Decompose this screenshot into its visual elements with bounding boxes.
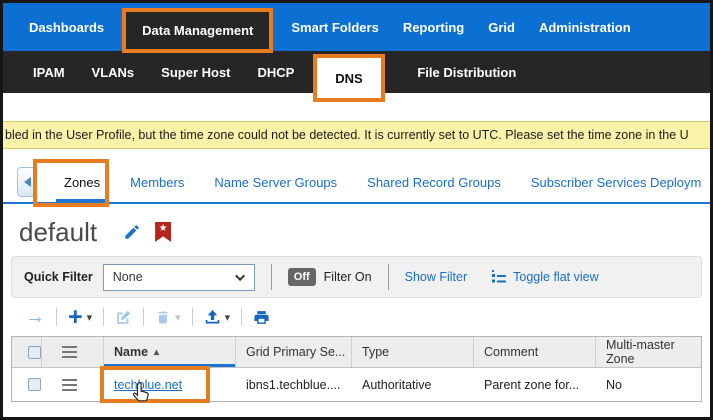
- divider: [388, 264, 389, 290]
- nav-dashboards[interactable]: Dashboards: [17, 20, 116, 35]
- hamburger-icon: [62, 379, 77, 391]
- delete-button[interactable]: ▾: [155, 309, 181, 326]
- bookmark-star-glyph: ★: [159, 222, 168, 242]
- quick-filter-label: Quick Filter: [24, 270, 93, 284]
- divider: [241, 308, 242, 326]
- subnav-file-distribution[interactable]: File Distribution: [417, 65, 516, 80]
- caret-down-icon: ▾: [87, 311, 93, 324]
- tab-shared-record-groups[interactable]: Shared Record Groups: [367, 161, 501, 203]
- subnav-dns-highlighted[interactable]: DNS: [313, 54, 385, 102]
- column-label: Type: [362, 345, 389, 359]
- row-grid-primary-cell: ibns1.techblue....: [236, 368, 352, 401]
- row-name-cell: techblue.net: [104, 368, 236, 401]
- divider: [103, 308, 104, 326]
- column-header-type[interactable]: Type: [352, 337, 474, 367]
- nav-grid[interactable]: Grid: [476, 20, 527, 35]
- chevron-left-icon: [24, 177, 31, 187]
- table-header-row: Name ▴ Grid Primary Se... Type Comment M…: [12, 337, 701, 368]
- cell-value: Parent zone for...: [484, 378, 579, 392]
- quick-filter-selected-value: None: [113, 270, 143, 284]
- tab-scroll-left-button[interactable]: [17, 167, 37, 197]
- caret-down-icon: ▾: [225, 311, 231, 324]
- go-to-button[interactable]: →: [25, 308, 45, 326]
- column-label: Multi-master Zone: [606, 338, 701, 366]
- nav-administration[interactable]: Administration: [527, 20, 643, 35]
- column-label: Name: [114, 345, 148, 359]
- subnav-vlans[interactable]: VLANs: [92, 65, 135, 80]
- row-type-cell: Authoritative: [352, 368, 474, 401]
- upload-icon: [204, 309, 221, 326]
- edit-button[interactable]: [115, 309, 132, 326]
- mouse-cursor-hand-icon: [130, 381, 151, 410]
- tab-strip: Zones Members Name Server Groups Shared …: [3, 162, 710, 204]
- row-checkbox-cell[interactable]: [12, 368, 42, 401]
- row-multi-master-cell: No: [596, 368, 701, 401]
- column-header-comment[interactable]: Comment: [474, 337, 596, 367]
- tab-name-server-groups[interactable]: Name Server Groups: [214, 161, 337, 203]
- column-header-grid-primary[interactable]: Grid Primary Se...: [236, 337, 352, 367]
- top-nav: Dashboards Data Management Smart Folders…: [3, 3, 710, 51]
- divider: [271, 264, 272, 290]
- pencil-icon: [123, 223, 141, 241]
- divider: [192, 308, 193, 326]
- subnav-super-host[interactable]: Super Host: [161, 65, 230, 80]
- table-row[interactable]: techblue.net ibns1.techblue.... Authorit…: [12, 368, 701, 401]
- show-filter-link[interactable]: Show Filter: [405, 270, 468, 284]
- tab-zones[interactable]: Zones: [64, 161, 100, 203]
- nav-data-management[interactable]: Data Management: [122, 8, 273, 53]
- view-title-row: default ★: [3, 204, 710, 254]
- column-header-multi-master[interactable]: Multi-master Zone: [596, 337, 701, 367]
- print-button[interactable]: [253, 309, 270, 326]
- subnav-dhcp[interactable]: DHCP: [258, 65, 295, 80]
- nav-smart-folders[interactable]: Smart Folders: [279, 20, 390, 35]
- header-select-all[interactable]: [12, 337, 42, 367]
- trash-icon: [155, 309, 171, 326]
- column-label: Grid Primary Se...: [246, 345, 345, 359]
- action-toolbar: → + ▾ ▾ ▾: [3, 298, 710, 334]
- edit-icon: [115, 309, 132, 326]
- row-menu-cell[interactable]: [42, 368, 104, 401]
- edit-view-button[interactable]: [123, 223, 141, 241]
- go-arrow-icon: →: [25, 308, 45, 326]
- filter-state-badge[interactable]: Off: [288, 268, 316, 286]
- cell-value: ibns1.techblue....: [246, 378, 341, 392]
- row-comment-cell: Parent zone for...: [474, 368, 596, 401]
- sort-asc-icon: ▴: [154, 347, 159, 358]
- zones-table: Name ▴ Grid Primary Se... Type Comment M…: [11, 336, 702, 402]
- nav-reporting[interactable]: Reporting: [391, 20, 476, 35]
- tab-members[interactable]: Members: [130, 161, 184, 203]
- column-label: Comment: [484, 345, 538, 359]
- toggle-flat-view-link[interactable]: Toggle flat view: [513, 270, 598, 284]
- checkbox-icon[interactable]: [28, 378, 41, 391]
- cell-value: Authoritative: [362, 378, 431, 392]
- checkbox-icon[interactable]: [28, 346, 41, 359]
- printer-icon: [253, 309, 270, 326]
- add-button[interactable]: + ▾: [68, 308, 92, 326]
- flat-view-icon: [491, 270, 507, 285]
- quick-filter-bar: Quick Filter None Off Filter On Show Fil…: [11, 256, 702, 298]
- upload-button[interactable]: ▾: [204, 309, 231, 326]
- quick-filter-select[interactable]: None: [103, 264, 255, 291]
- column-header-name[interactable]: Name ▴: [104, 337, 236, 367]
- sub-nav: IPAM VLANs Super Host DHCP File Distribu…: [3, 51, 710, 93]
- subnav-ipam[interactable]: IPAM: [33, 65, 65, 80]
- page-title: default: [19, 217, 97, 248]
- hamburger-icon: [62, 346, 77, 358]
- chevron-down-icon: [235, 271, 245, 281]
- tab-subscriber-services[interactable]: Subscriber Services Deploym: [531, 161, 702, 203]
- plus-icon: +: [68, 308, 83, 326]
- cell-value: No: [606, 378, 622, 392]
- timezone-warning-banner: bled in the User Profile, but the time z…: [3, 121, 710, 149]
- filter-on-label: Filter On: [324, 270, 372, 284]
- app-window: Dashboards Data Management Smart Folders…: [0, 0, 713, 420]
- header-row-menu[interactable]: [42, 337, 104, 367]
- caret-down-icon: ▾: [175, 311, 181, 324]
- bookmark-button[interactable]: ★: [155, 222, 171, 242]
- divider: [56, 308, 57, 326]
- divider: [143, 308, 144, 326]
- timezone-warning-text: bled in the User Profile, but the time z…: [5, 128, 689, 142]
- bookmark-icon: ★: [155, 222, 171, 242]
